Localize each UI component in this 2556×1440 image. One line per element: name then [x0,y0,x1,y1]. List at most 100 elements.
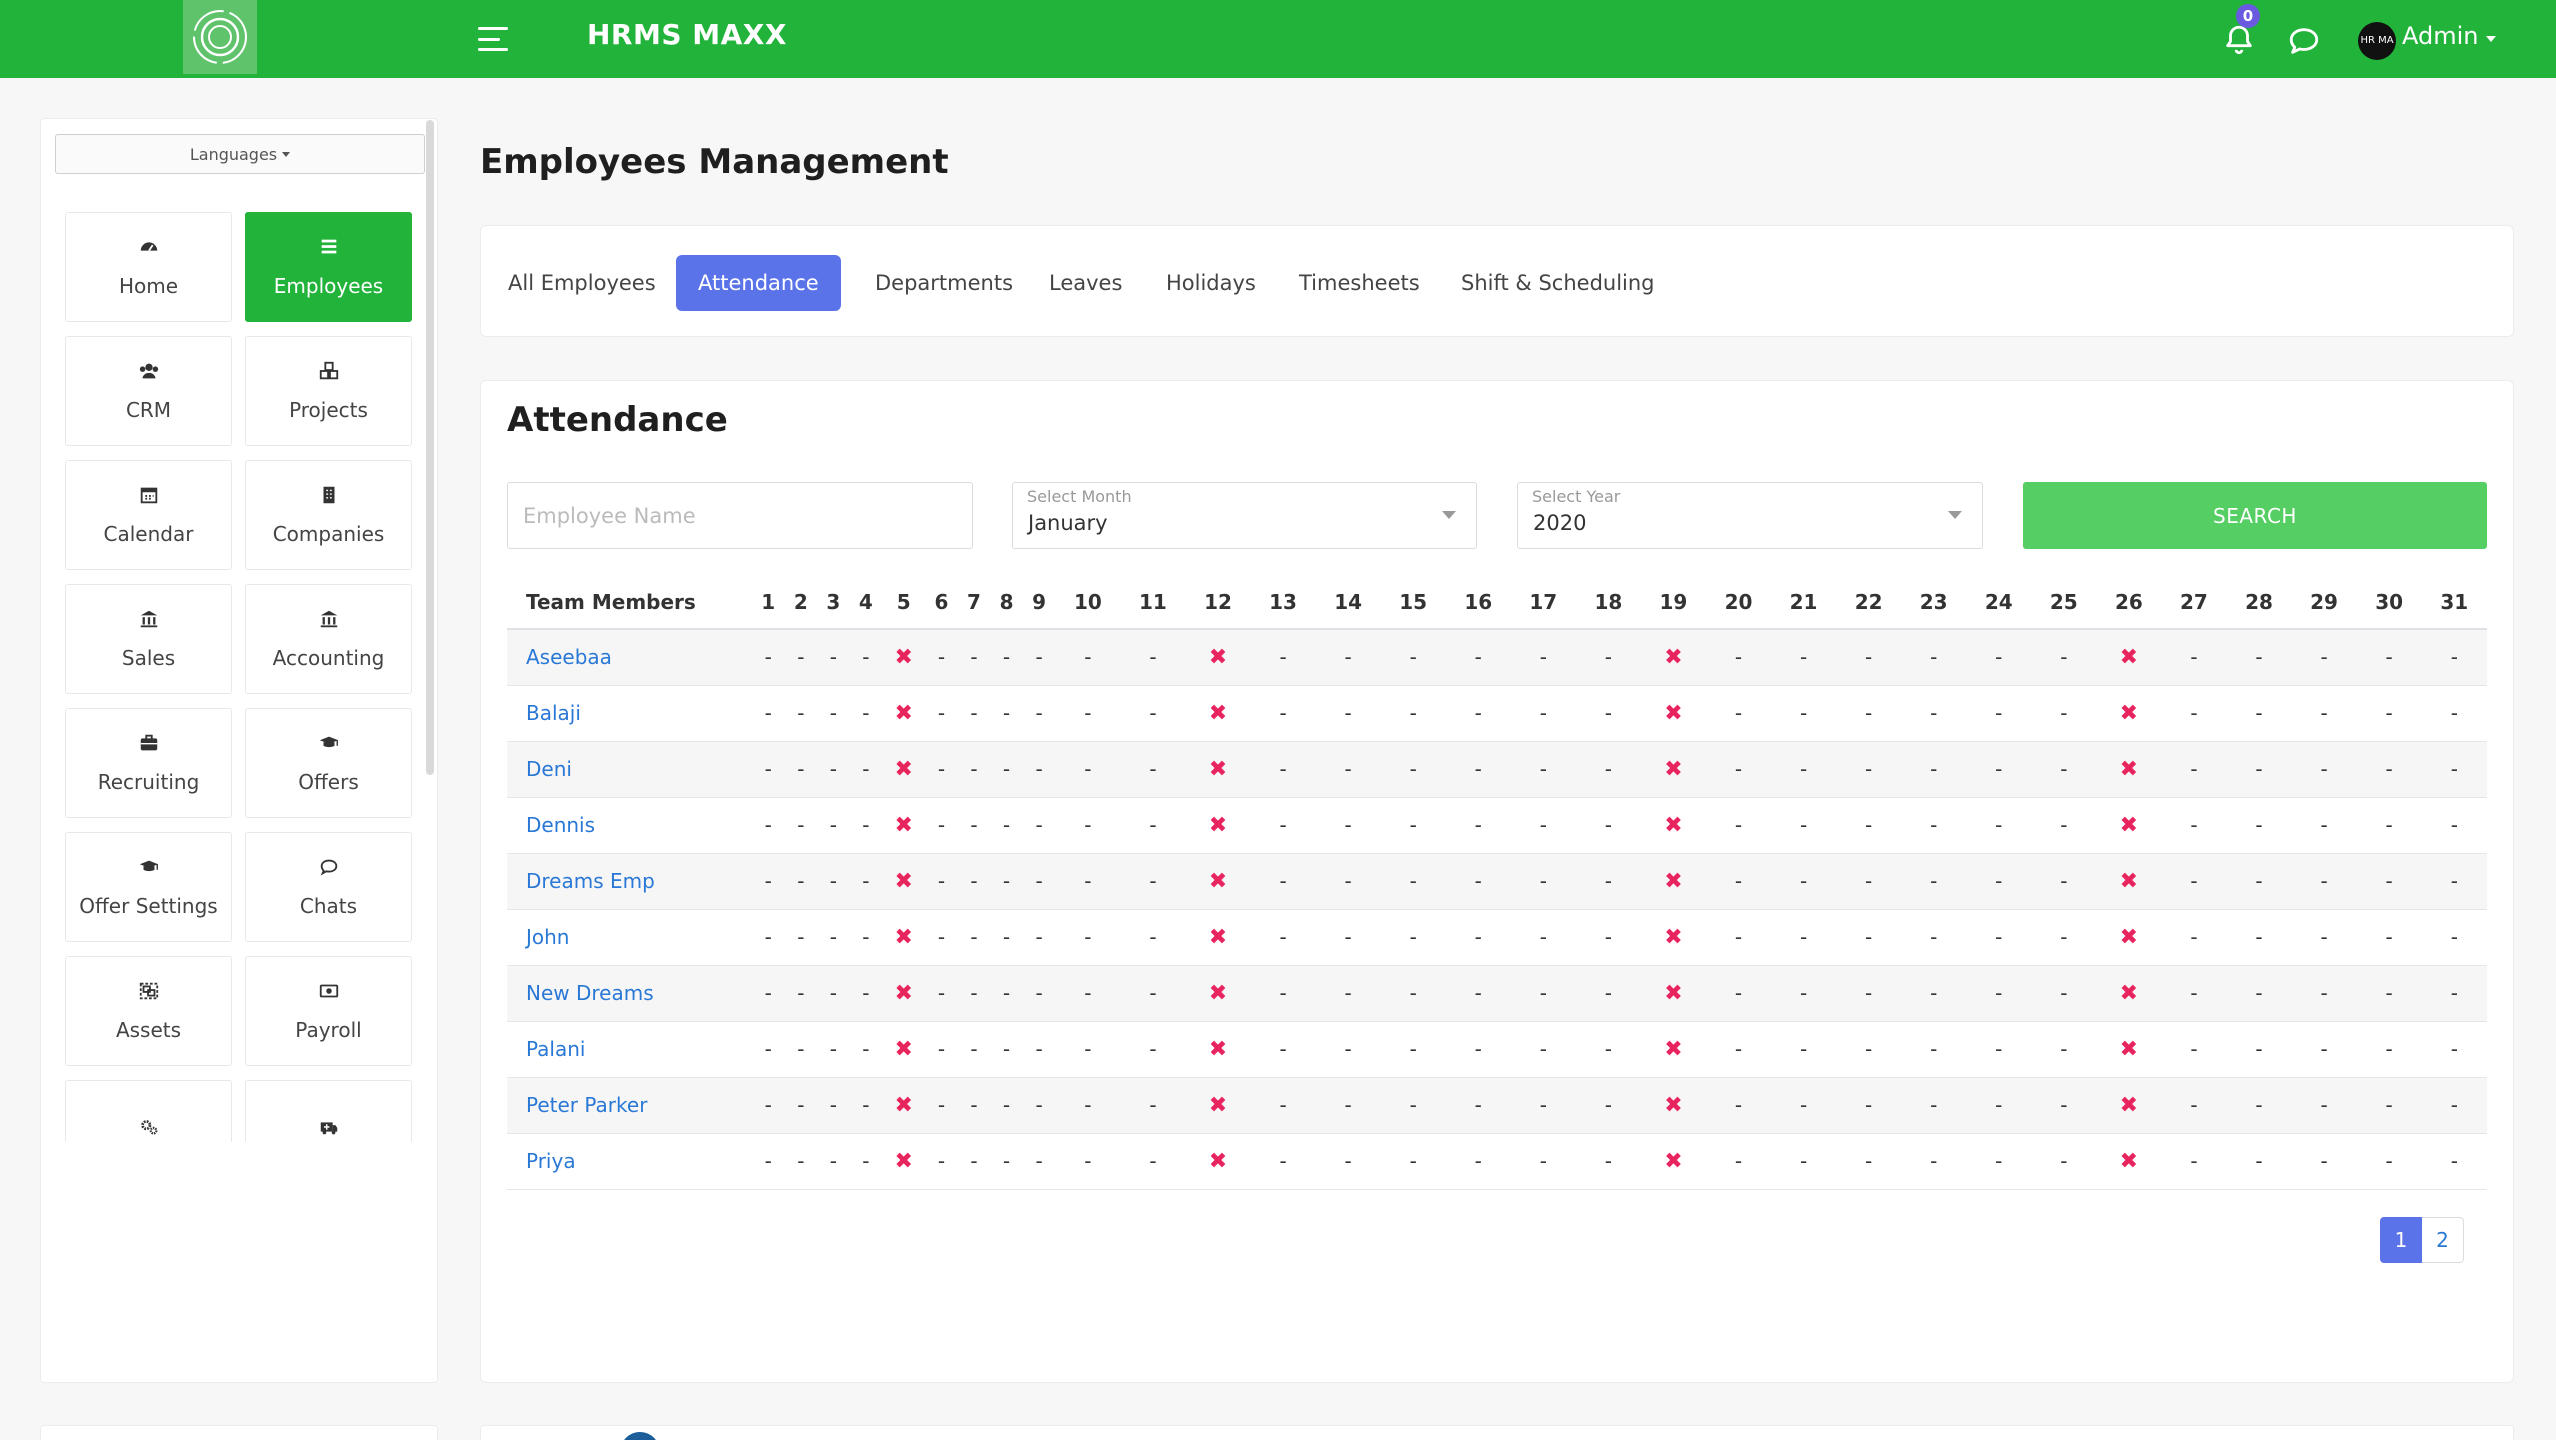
sidebar-scrollbar[interactable] [426,120,434,775]
sidebar-item-projects[interactable]: Projects [245,336,412,446]
attendance-cell: - [817,965,850,1022]
user-menu[interactable]: Admin [2402,22,2479,50]
tab-all-employees[interactable]: All Employees [486,255,678,311]
attendance-cell: - [1901,741,1967,798]
caret-down-icon[interactable] [2486,36,2496,42]
absent-cell: ✖ [2096,797,2162,854]
app-logo[interactable] [183,0,257,74]
page-button[interactable]: 2 [2422,1217,2464,1263]
attendance-cell: - [1120,1021,1186,1078]
sidebar-item-assets[interactable]: Assets [65,956,232,1066]
attendance-cell: - [990,1077,1023,1134]
bell-icon[interactable] [2222,23,2256,57]
attendance-cell: - [957,1077,991,1134]
search-button[interactable]: SEARCH [2023,482,2487,549]
member-name-link[interactable]: Dreams Emp [507,853,752,910]
attendance-cell: - [1575,629,1641,686]
attendance-cell: - [1705,965,1772,1022]
attendance-cell: - [752,1021,785,1078]
attendance-cell: - [1510,1021,1576,1078]
absent-cell: ✖ [2096,629,2162,686]
attendance-cell: - [1315,797,1381,854]
sidebar-item-calendar[interactable]: Calendar [65,460,232,570]
attendance-cell: - [1966,685,2032,742]
tab-timesheets[interactable]: Timesheets [1277,255,1442,311]
absent-cell: ✖ [1185,629,1251,686]
sidebar-item-cogs[interactable] [65,1080,232,1142]
table-row: Dreams Emp - - - - ✖ - - - - - - ✖ - - - - - - ✖ - - - - - - ✖ - - - -… [507,853,2487,910]
attendance-cell: - [990,1133,1023,1190]
absent-cell: ✖ [2096,1021,2162,1078]
sidebar-item-chats[interactable]: Chats [245,832,412,942]
chat-icon[interactable] [2287,24,2321,58]
tab-shift-scheduling[interactable]: Shift & Scheduling [1439,255,1677,311]
member-name-link[interactable]: Dennis [507,797,752,854]
attendance-cell: - [1966,1021,2032,1078]
list-icon [318,236,340,258]
attendance-cell: - [784,965,818,1022]
month-select[interactable]: Select Month January [1012,482,1477,549]
member-name-link[interactable]: New Dreams [507,965,752,1022]
attendance-cell: - [2031,909,2097,966]
absent-icon: ✖ [2119,700,2139,726]
sidebar-item-label: Accounting [272,646,385,670]
employee-name-input[interactable] [508,483,972,548]
sidebar-item-ambulance[interactable] [245,1080,412,1142]
attendance-cell: - [1445,1077,1511,1134]
member-name-link[interactable]: Aseebaa [507,629,752,686]
attendance-cell: - [1966,741,2032,798]
sidebar-item-offers[interactable]: Offers [245,708,412,818]
languages-dropdown[interactable]: Languages [55,134,425,174]
absent-cell: ✖ [1640,1077,1706,1134]
attendance-cell: - [1055,909,1121,966]
attendance-cell: - [817,685,850,742]
absent-cell: ✖ [1640,965,1706,1022]
tabs-card: All Employees Attendance Departments Leaves… [480,225,2514,337]
member-name-link[interactable]: Balaji [507,685,752,742]
sidebar-item-sales[interactable]: Sales [65,584,232,694]
attendance-cell: - [1380,797,1446,854]
attendance-cell: - [1250,909,1316,966]
sidebar-item-home[interactable]: Home [65,212,232,322]
member-name-link[interactable]: Peter Parker [507,1077,752,1134]
absent-cell: ✖ [1640,629,1706,686]
cubes-icon [318,360,340,382]
sidebar-item-companies[interactable]: Companies [245,460,412,570]
member-name-link[interactable]: John [507,909,752,966]
sidebar-item-payroll[interactable]: Payroll [245,956,412,1066]
month-select-label: Select Month [1027,487,1132,506]
member-name-link[interactable]: Priya [507,1133,752,1190]
sidebar-item-offer-settings[interactable]: Offer Settings [65,832,232,942]
sidebar-item-recruiting[interactable]: Recruiting [65,708,232,818]
attendance-cell: - [1250,1077,1316,1134]
employee-name-field[interactable] [507,482,973,549]
sidebar-item-crm[interactable]: CRM [65,336,232,446]
sidebar-item-label: Chats [299,894,358,918]
attendance-cell: - [957,741,991,798]
sidebar-item-employees[interactable]: Employees [245,212,412,322]
attendance-cell: - [925,797,958,854]
attendance-cell: - [925,853,958,910]
attendance-cell: - [990,853,1023,910]
sidebar-item-label: CRM [125,398,172,422]
attendance-cell: - [1250,1021,1316,1078]
absent-icon: ✖ [1664,868,1683,894]
member-name-link[interactable]: Deni [507,741,752,798]
member-name-link[interactable]: Palani [507,1021,752,1078]
tab-attendance[interactable]: Attendance [676,255,841,311]
attendance-cell: - [2226,1077,2292,1134]
sidebar-item-accounting[interactable]: Accounting [245,584,412,694]
tab-departments[interactable]: Departments [853,255,1035,311]
attendance-cell: - [1445,685,1511,742]
absent-icon: ✖ [2119,980,2139,1006]
avatar[interactable]: HR MA [2358,22,2396,60]
page-button[interactable]: 1 [2380,1217,2422,1263]
attendance-cell: - [2291,965,2357,1022]
attendance-cell: - [2421,685,2487,742]
attendance-cell: - [1380,909,1446,966]
menu-toggle-icon[interactable] [478,27,508,51]
tab-holidays[interactable]: Holidays [1144,255,1278,311]
notification-badge: 0 [2236,4,2260,28]
year-select[interactable]: Select Year 2020 [1517,482,1983,549]
tab-leaves[interactable]: Leaves [1027,255,1144,311]
